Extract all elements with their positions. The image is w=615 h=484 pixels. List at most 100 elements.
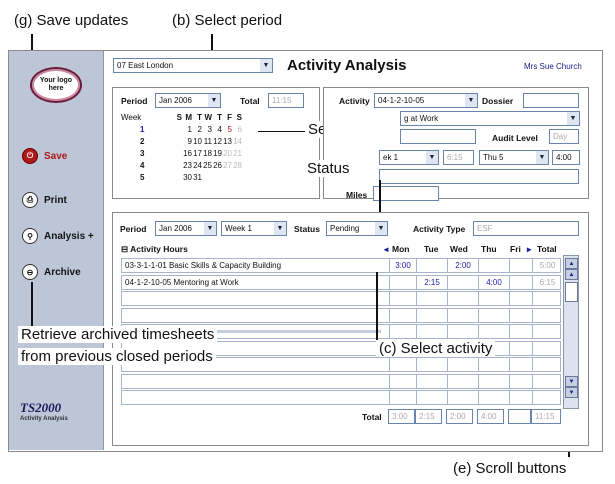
dossier-field[interactable] (523, 93, 579, 108)
calendar-day[interactable]: 10 (192, 137, 202, 146)
table-row[interactable]: 03-3-1-1-01 Basic Skills & Capacity Buil… (121, 258, 561, 273)
calendar-day[interactable]: 9 (182, 137, 192, 146)
notes-field[interactable] (379, 169, 579, 184)
activity-name-cell[interactable]: 04-1-2-10-05 Mentoring at Work (122, 278, 239, 287)
hours-cell-mon[interactable] (389, 307, 416, 323)
table-row[interactable] (121, 307, 561, 323)
hours-cell-fri[interactable] (509, 274, 532, 290)
activity-week-select[interactable]: ek 1 ▼ (379, 150, 439, 165)
hours-cell-mon[interactable] (389, 291, 416, 306)
save-button[interactable]: ⏻ Save (22, 148, 67, 164)
calendar-day[interactable]: 5 (222, 125, 232, 134)
hours-cell-thu[interactable] (478, 324, 509, 339)
period-select[interactable]: Jan 2006 ▼ (155, 93, 221, 108)
calendar-day[interactable]: 20 (222, 149, 232, 158)
calendar-week-number[interactable]: 3 (140, 149, 144, 158)
table-row[interactable] (121, 390, 561, 405)
hours-cell-fri[interactable] (509, 307, 532, 323)
hours-cell-mon[interactable]: 3:00 (389, 258, 416, 273)
calendar-day[interactable]: 21 (232, 149, 242, 158)
calendar-day[interactable]: 17 (192, 149, 202, 158)
calendar-week-number[interactable]: 2 (140, 137, 144, 146)
hours-cell-tue[interactable] (416, 357, 447, 372)
table-row[interactable] (121, 373, 561, 389)
hours-cell-mon[interactable] (389, 324, 416, 339)
prev-week-icon[interactable]: ◂ (384, 244, 388, 255)
calendar-day[interactable]: 26 (212, 161, 222, 170)
calendar-day[interactable]: 14 (232, 137, 242, 146)
activity-description-select[interactable]: g at Work ▼ (400, 111, 580, 126)
hours-cell-thu[interactable] (478, 307, 509, 323)
activity-select[interactable]: 04-1-2-10-05 ▼ (374, 93, 478, 108)
activity-name-cell[interactable]: 03-3-1-1-01 Basic Skills & Capacity Buil… (122, 261, 281, 270)
hours-cell-thu[interactable] (478, 390, 509, 405)
hours-cell-wed[interactable]: 2:00 (447, 258, 478, 273)
calendar-day[interactable]: 18 (202, 149, 212, 158)
calendar-day[interactable]: 19 (212, 149, 222, 158)
calendar-day[interactable]: 28 (232, 161, 242, 170)
calendar-week-number[interactable]: 1 (140, 125, 144, 134)
scroll-up-icon[interactable]: ▲ (565, 258, 578, 269)
hours-cell-thu[interactable] (478, 357, 509, 372)
calendar-day[interactable]: 6 (232, 125, 242, 134)
hours-cell-fri[interactable] (509, 340, 532, 356)
calendar-day[interactable]: 2 (192, 125, 202, 134)
calendar-day[interactable]: 25 (202, 161, 212, 170)
filter-period-select[interactable]: Jan 2006 ▼ (155, 221, 217, 236)
calendar-day[interactable]: 12 (212, 137, 222, 146)
scroll-down-icon[interactable]: ▼ (565, 376, 578, 387)
scroll-down-icon[interactable]: ▼ (565, 387, 578, 398)
calendar-day[interactable]: 27 (222, 161, 232, 170)
day-select[interactable]: Thu 5 ▼ (479, 150, 549, 165)
hours-cell-tue[interactable] (416, 373, 447, 389)
hours-cell-thu[interactable] (478, 291, 509, 306)
hours-cell-tue[interactable] (416, 291, 447, 306)
hours-cell-tue[interactable] (416, 324, 447, 339)
calendar-week-number[interactable]: 5 (140, 173, 144, 182)
calendar-day[interactable]: 3 (202, 125, 212, 134)
hours-cell-fri[interactable] (509, 357, 532, 372)
calendar-day[interactable]: 31 (192, 173, 202, 182)
hours-cell-mon[interactable] (389, 357, 416, 372)
hours-cell-fri[interactable] (509, 324, 532, 339)
status-select[interactable]: Pending ▼ (326, 221, 388, 236)
calendar-day[interactable]: 11 (202, 137, 212, 146)
miles-field[interactable] (373, 186, 439, 201)
calendar-day[interactable]: 23 (182, 161, 192, 170)
hours-cell-wed[interactable] (447, 357, 478, 372)
hours-cell-mon[interactable] (389, 390, 416, 405)
hours-cell-wed[interactable] (447, 324, 478, 339)
calendar-day[interactable]: 1 (182, 125, 192, 134)
hours-cell-mon[interactable] (389, 274, 416, 290)
hours-field[interactable]: 4:00 (552, 150, 580, 165)
hours-cell-mon[interactable] (389, 373, 416, 389)
calendar-day[interactable]: 24 (192, 161, 202, 170)
hours-cell-fri[interactable] (509, 291, 532, 306)
hours-cell-thu[interactable] (478, 373, 509, 389)
hours-cell-fri[interactable] (509, 390, 532, 405)
hours-cell-tue[interactable] (416, 390, 447, 405)
scroll-up-icon[interactable]: ▲ (565, 269, 578, 280)
archive-button[interactable]: ⊖ Archive (22, 264, 81, 280)
hours-cell-fri[interactable] (509, 258, 532, 273)
hours-cell-wed[interactable] (447, 291, 478, 306)
hours-cell-wed[interactable] (447, 274, 478, 290)
location-select[interactable]: 07 East London ▼ (113, 58, 273, 73)
table-row[interactable] (121, 291, 561, 306)
grid-scrollbar[interactable]: ▲ ▲ ▼ ▼ (563, 255, 579, 409)
hours-cell-tue[interactable]: 2:15 (416, 274, 447, 290)
analysis-button[interactable]: ⚲ Analysis + (22, 228, 94, 244)
hours-cell-wed[interactable] (447, 307, 478, 323)
calendar-week-number[interactable]: 4 (140, 161, 144, 170)
calendar-day[interactable]: 13 (222, 137, 232, 146)
print-button[interactable]: ⎙ Print (22, 192, 67, 208)
calendar-day[interactable]: 4 (212, 125, 222, 134)
calendar-day[interactable]: 30 (182, 173, 192, 182)
hours-cell-thu[interactable]: 4:00 (478, 274, 509, 290)
next-week-icon[interactable]: ▸ (527, 244, 531, 255)
hours-cell-tue[interactable] (416, 307, 447, 323)
filter-week-select[interactable]: Week 1 ▼ (221, 221, 287, 236)
hours-cell-wed[interactable] (447, 390, 478, 405)
reference-field[interactable] (400, 129, 476, 144)
hours-cell-tue[interactable] (416, 258, 447, 273)
